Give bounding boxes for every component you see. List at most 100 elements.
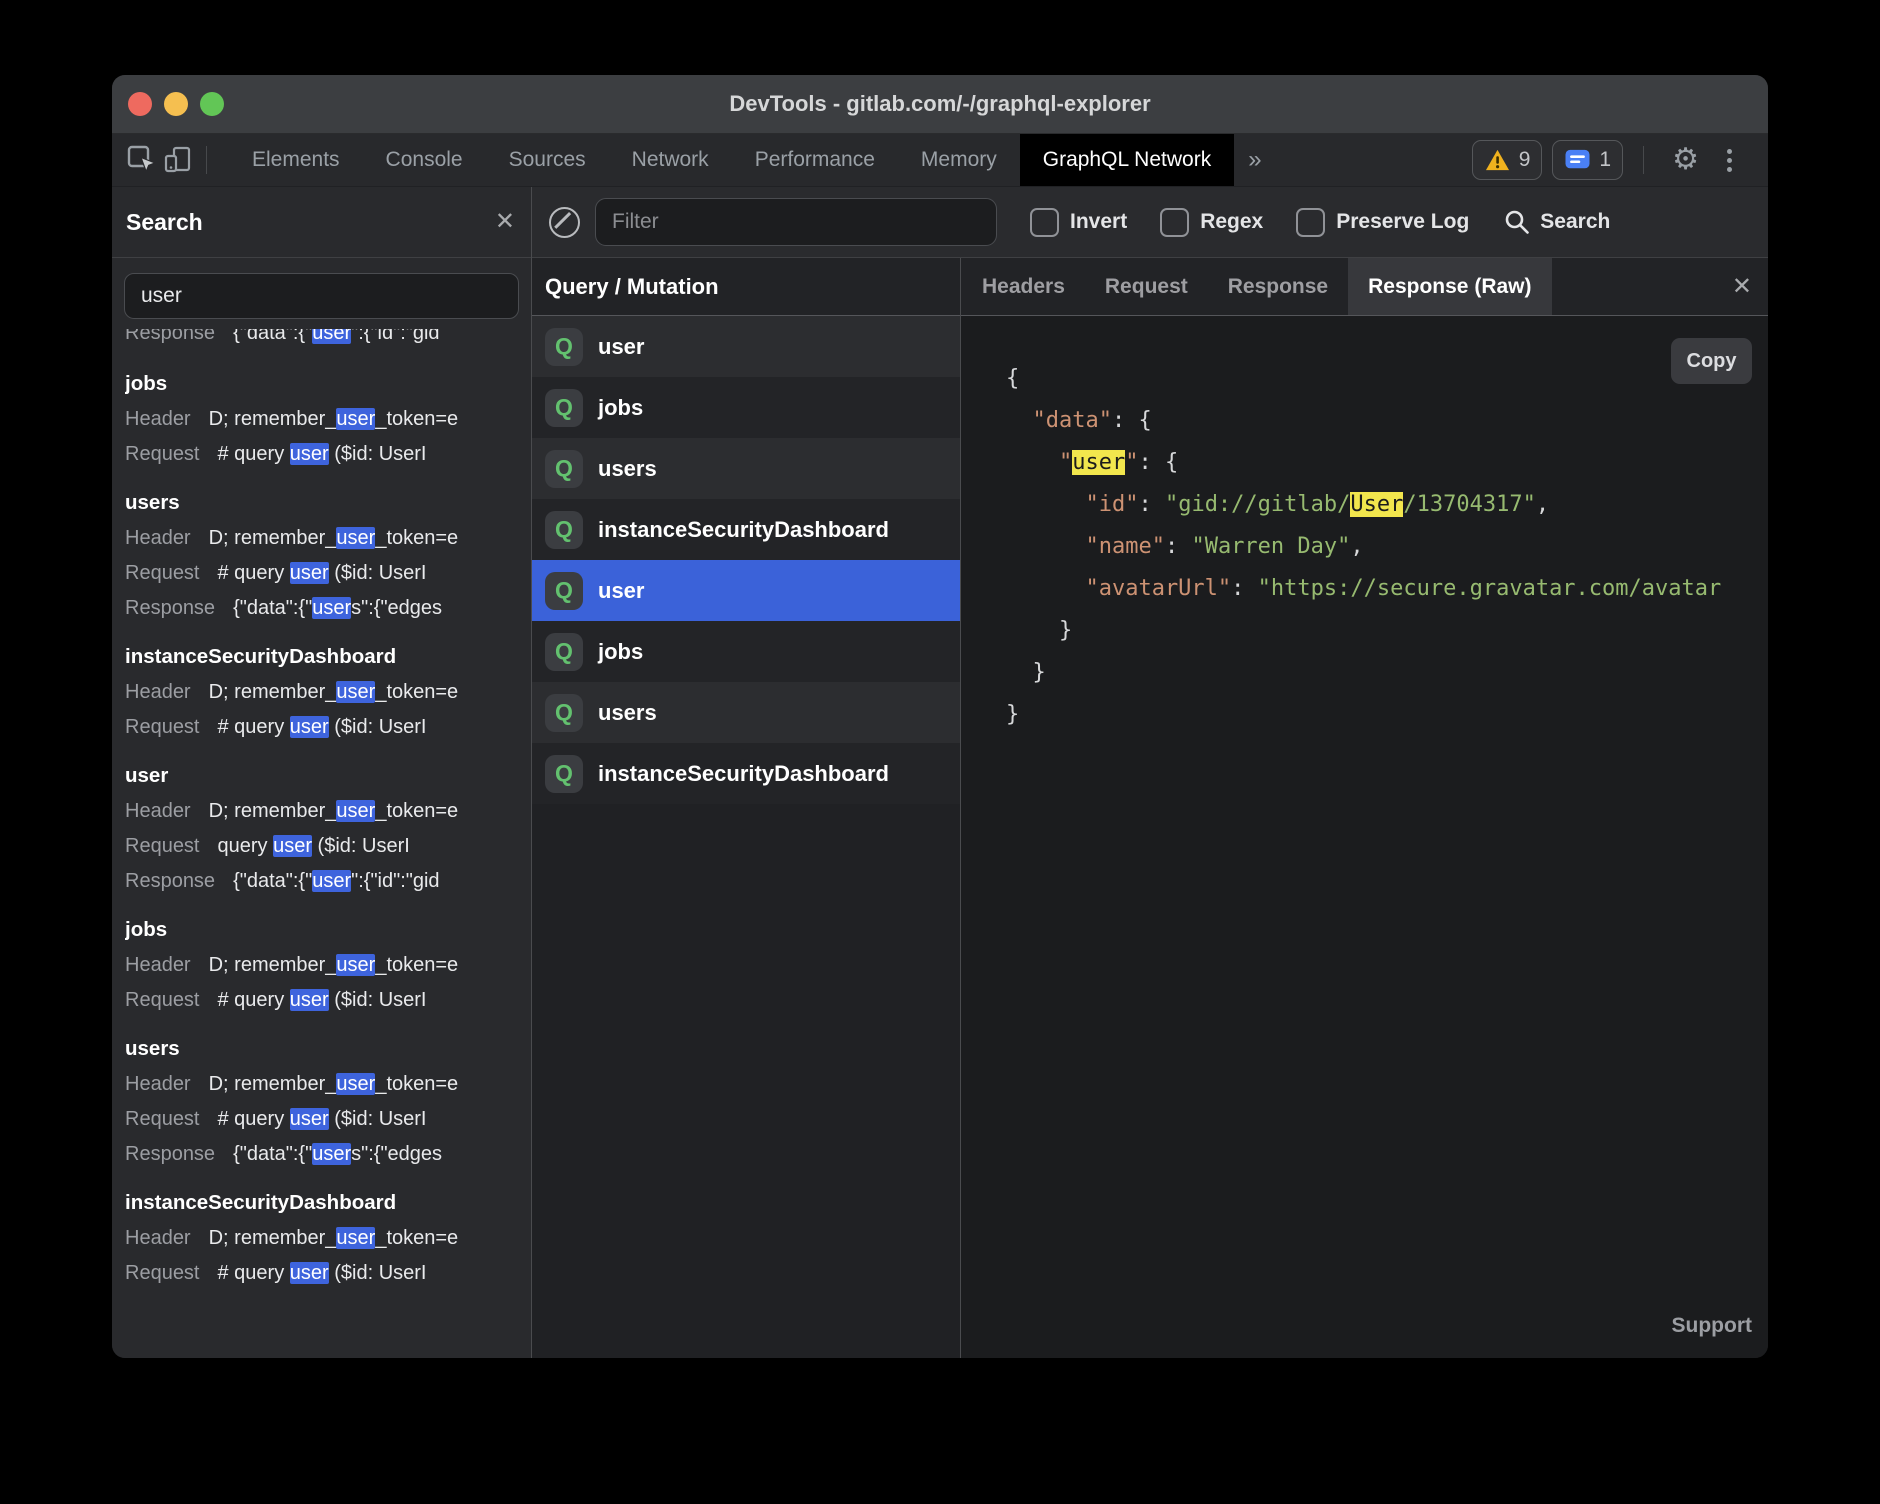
result-line-label: Header [125, 800, 191, 822]
warnings-badge[interactable]: 9 [1472, 140, 1543, 180]
tab-network[interactable]: Network [609, 134, 732, 186]
filter-input[interactable] [596, 210, 996, 234]
search-panel: Search ✕ Response{"data":{"user":{"id":"… [112, 187, 532, 1358]
response-raw-content: {"data": {"user": {"id": "gid://gitlab/U… [961, 316, 1768, 1358]
json-token: { [1006, 366, 1019, 391]
json-token: } [1032, 660, 1045, 685]
search-match-highlight: user [336, 408, 375, 430]
search-result-line[interactable]: Requestquery user ($id: UserI [125, 829, 518, 864]
filter-checkboxes: Invert Regex Preserve Log [997, 208, 1469, 237]
search-match-highlight: user [290, 989, 329, 1011]
checkbox-box[interactable] [1296, 208, 1325, 237]
search-results: Response{"data":{"user":{"id":"gidjobsHe… [112, 319, 531, 1358]
search-result-line[interactable]: HeaderD; remember_user_token=e [125, 402, 518, 437]
search-match-highlight: user [290, 443, 329, 465]
result-section-title: instanceSecurityDashboard [125, 1185, 518, 1221]
query-list-item[interactable]: Qjobs [532, 377, 960, 438]
json-line: "name": "Warren Day", [1006, 526, 1768, 568]
search-result-line[interactable]: HeaderD; remember_user_token=e [125, 1067, 518, 1102]
search-result-line[interactable]: Response{"data":{"users":{"edges [125, 591, 518, 626]
search-result-line[interactable]: Request# query user ($id: UserI [125, 1102, 518, 1137]
text-segment: D; remember_ [209, 954, 337, 976]
more-tabs-chevron-icon[interactable]: » [1234, 146, 1275, 174]
query-list-item[interactable]: Quser [532, 316, 960, 377]
json-token: , [1536, 492, 1549, 517]
issues-count: 1 [1599, 148, 1611, 172]
text-segment: _token=e [375, 1073, 458, 1095]
search-result-line[interactable]: Request# query user ($id: UserI [125, 983, 518, 1018]
detail-close-icon[interactable]: ✕ [1732, 275, 1752, 299]
search-input[interactable] [125, 284, 518, 308]
tab-performance[interactable]: Performance [732, 134, 898, 186]
window-title: DevTools - gitlab.com/-/graphql-explorer [112, 91, 1768, 117]
text-segment: s":{"edges [351, 1143, 442, 1165]
text-segment: _token=e [375, 527, 458, 549]
response-tab-response-raw-[interactable]: Response (Raw) [1348, 258, 1551, 315]
inspect-element-icon[interactable] [124, 140, 160, 180]
query-list-item[interactable]: Qusers [532, 438, 960, 499]
kebab-menu-icon[interactable] [1717, 149, 1742, 172]
json-line: "user": { [1006, 442, 1768, 484]
query-list-item[interactable]: QinstanceSecurityDashboard [532, 499, 960, 560]
search-result-line[interactable]: HeaderD; remember_user_token=e [125, 948, 518, 983]
text-segment: {"data":{" [233, 1143, 312, 1165]
json-token: } [1059, 618, 1072, 643]
tab-sources[interactable]: Sources [486, 134, 609, 186]
warning-icon [1484, 148, 1511, 172]
text-segment: D; remember_ [209, 408, 337, 430]
search-result-line[interactable]: HeaderD; remember_user_token=e [125, 794, 518, 829]
search-result-line[interactable]: HeaderD; remember_user_token=e [125, 675, 518, 710]
search-match-highlight: user [312, 1143, 351, 1165]
search-result-line[interactable]: Response{"data":{"user":{"id":"gid [125, 329, 518, 351]
result-line-label: Request [125, 989, 200, 1011]
issues-badge[interactable]: 1 [1552, 140, 1623, 180]
result-line-label: Response [125, 597, 215, 619]
response-tab-response[interactable]: Response [1208, 258, 1348, 315]
search-result-line[interactable]: Request# query user ($id: UserI [125, 710, 518, 745]
search-result-line[interactable]: Response{"data":{"user":{"id":"gid [125, 864, 518, 899]
checkbox-box[interactable] [1160, 208, 1189, 237]
search-match-highlight: user [336, 1227, 375, 1249]
checkbox-box[interactable] [1030, 208, 1059, 237]
device-toolbar-icon[interactable] [160, 140, 196, 180]
query-list-item[interactable]: Qusers [532, 682, 960, 743]
tab-graphql-network[interactable]: GraphQL Network [1020, 134, 1234, 186]
json-token: "avatarUrl" [1085, 576, 1231, 601]
toolbar-badges: 9 1 ⚙ [1472, 140, 1768, 180]
json-line: } [1006, 652, 1768, 694]
tab-elements[interactable]: Elements [229, 134, 363, 186]
query-list-item[interactable]: QinstanceSecurityDashboard [532, 743, 960, 804]
query-type-badge: Q [545, 633, 583, 671]
query-list-item[interactable]: Quser [532, 560, 960, 621]
checkbox-invert[interactable]: Invert [1030, 208, 1127, 237]
support-link[interactable]: Support [1672, 1314, 1752, 1338]
search-result-line[interactable]: Request# query user ($id: UserI [125, 556, 518, 591]
response-tab-request[interactable]: Request [1085, 258, 1208, 315]
checkbox-regex[interactable]: Regex [1160, 208, 1263, 237]
json-match-highlight: user [1072, 450, 1125, 475]
copy-button[interactable]: Copy [1671, 338, 1752, 384]
checkbox-preserve-log[interactable]: Preserve Log [1296, 208, 1469, 237]
result-section-title: user [125, 758, 518, 794]
search-match-highlight: user [336, 954, 375, 976]
search-toggle[interactable]: Search [1503, 208, 1610, 236]
search-match-highlight: user [290, 1262, 329, 1284]
search-result-line[interactable]: Request# query user ($id: UserI [125, 437, 518, 472]
clear-log-icon[interactable] [549, 207, 580, 238]
query-type-badge: Q [545, 389, 583, 427]
settings-gear-icon[interactable]: ⚙ [1664, 145, 1707, 175]
search-result-line[interactable]: HeaderD; remember_user_token=e [125, 1221, 518, 1256]
tab-console[interactable]: Console [363, 134, 486, 186]
text-segment: _token=e [375, 681, 458, 703]
search-result-line[interactable]: Response{"data":{"users":{"edges [125, 1137, 518, 1172]
query-list-item[interactable]: Qjobs [532, 621, 960, 682]
search-close-icon[interactable]: ✕ [495, 210, 515, 234]
tab-memory[interactable]: Memory [898, 134, 1020, 186]
text-segment: ":{"id":"gid [351, 870, 439, 892]
search-result-line[interactable]: Request# query user ($id: UserI [125, 1256, 518, 1291]
json-line: } [1006, 610, 1768, 652]
response-tab-headers[interactable]: Headers [962, 258, 1085, 315]
query-name: users [598, 700, 657, 726]
search-result-line[interactable]: HeaderD; remember_user_token=e [125, 521, 518, 556]
search-panel-title: Search [112, 209, 203, 236]
